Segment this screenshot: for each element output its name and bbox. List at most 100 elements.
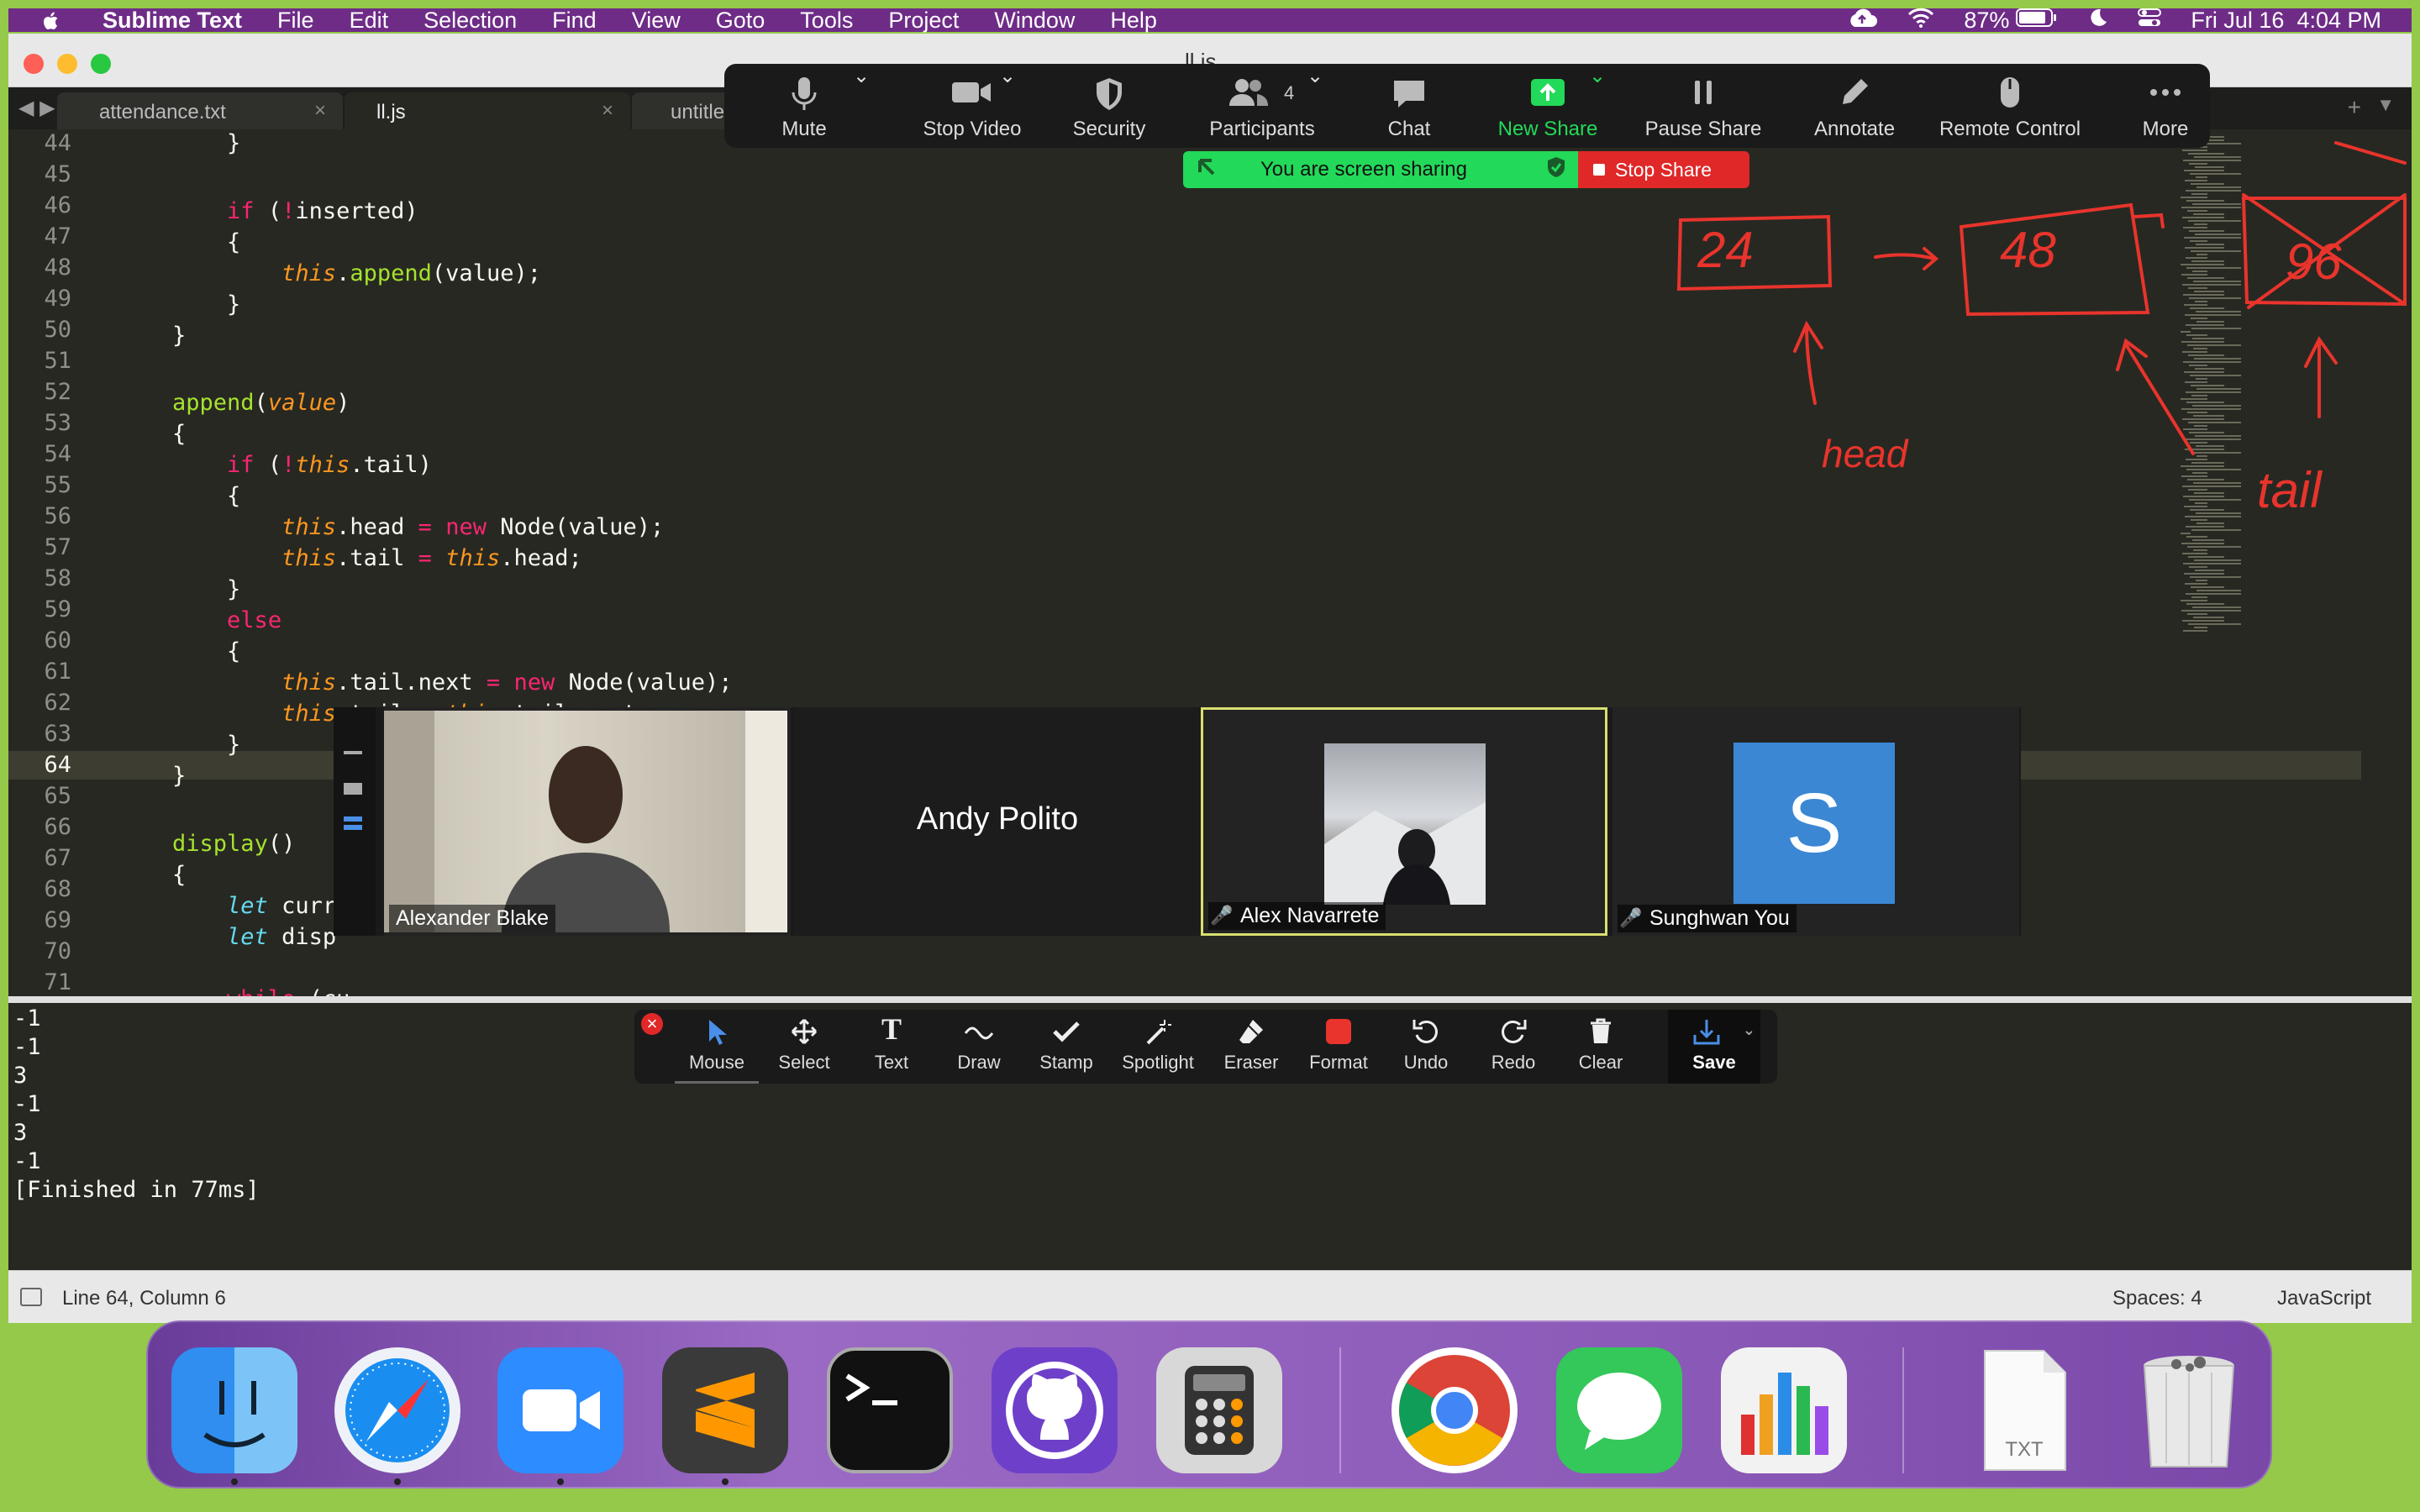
minimap-line	[2193, 348, 2207, 349]
moon-icon[interactable]	[2086, 7, 2108, 34]
menu-window[interactable]: Window	[994, 8, 1075, 34]
tab-ll-js[interactable]: ll.js ×	[345, 92, 630, 129]
zoom-window-button[interactable]	[91, 54, 111, 74]
annotate-save-tool[interactable]: ⌄ Save	[1668, 1010, 1760, 1084]
chevron-down-icon[interactable]: ⌄	[1585, 64, 1610, 89]
menu-help[interactable]: Help	[1110, 8, 1157, 34]
chevron-down-icon[interactable]: ⌄	[1743, 1021, 1755, 1039]
remote-control-button[interactable]: Remote Control	[1901, 64, 2119, 148]
numbers-icon[interactable]	[1721, 1347, 1847, 1473]
annotate-eraser-tool[interactable]: Eraser	[1209, 1010, 1293, 1084]
participant-tile-active-speaker[interactable]: Alex Navarrete 🎤	[1201, 707, 1607, 936]
minimap[interactable]	[2181, 129, 2273, 667]
line-number: 45	[44, 161, 71, 187]
menu-file[interactable]: File	[277, 8, 314, 34]
menu-goto[interactable]: Goto	[716, 8, 765, 34]
calculator-icon[interactable]	[1156, 1347, 1282, 1473]
safari-icon[interactable]	[334, 1347, 460, 1473]
tab-attendance[interactable]: attendance.txt ×	[57, 92, 343, 129]
minimap-line	[2192, 472, 2207, 474]
annotate-mouse-tool[interactable]: Mouse	[675, 1010, 759, 1084]
minimap-line	[2193, 549, 2207, 551]
annotate-spotlight-tool[interactable]: Spotlight	[1112, 1010, 1204, 1084]
annotate-redo-tool[interactable]: Redo	[1471, 1010, 1555, 1084]
mute-label: Mute	[781, 118, 827, 140]
close-window-button[interactable]	[24, 54, 44, 74]
apple-icon[interactable]	[39, 8, 69, 32]
minimap-line	[2186, 334, 2207, 336]
cloud-upload-icon[interactable]	[1846, 7, 1878, 34]
menu-app-name[interactable]: Sublime Text	[103, 8, 242, 34]
output-panel-divider[interactable]	[8, 996, 2412, 1003]
close-annotation-icon[interactable]: ×	[641, 1013, 663, 1035]
cursor-position[interactable]: Line 64, Column 6	[62, 1287, 226, 1310]
annotate-select-tool[interactable]: Select	[762, 1010, 846, 1084]
sharing-status[interactable]: You are screen sharing	[1183, 151, 1578, 188]
close-tab-icon[interactable]: ×	[602, 99, 613, 123]
microphone-icon	[787, 76, 821, 118]
more-button[interactable]: More	[2128, 64, 2203, 148]
minimap-line	[2185, 516, 2241, 517]
minimap-line	[2182, 620, 2224, 622]
menubar-clock[interactable]: Fri Jul 16 4:04 PM	[2191, 8, 2381, 34]
control-center-icon[interactable]	[2137, 7, 2162, 34]
close-tab-icon[interactable]: ×	[314, 99, 326, 123]
minimap-line	[2193, 281, 2241, 282]
annotate-clear-tool[interactable]: Clear	[1559, 1010, 1643, 1084]
minimap-line	[2192, 405, 2241, 407]
annotate-format-tool[interactable]: Format	[1297, 1010, 1381, 1084]
line-number: 52	[44, 379, 71, 405]
stop-share-button[interactable]: Stop Share	[1578, 151, 1749, 188]
trash-icon[interactable]	[2126, 1347, 2252, 1473]
tab-menu-icon[interactable]: ▼	[2376, 94, 2395, 116]
annotate-text-tool[interactable]: T Text	[850, 1010, 934, 1084]
menu-edit[interactable]: Edit	[350, 8, 389, 34]
pause-share-button[interactable]: Pause Share	[1623, 64, 1783, 148]
minimap-line	[2181, 264, 2224, 265]
chevron-down-icon[interactable]: ⌄	[995, 64, 1020, 89]
chat-button[interactable]: Chat	[1346, 64, 1472, 148]
new-tab-icon[interactable]: +	[2348, 94, 2361, 121]
stop-video-button[interactable]: Stop Video	[892, 64, 1052, 148]
participant-tile[interactable]: S Sunghwan You 🎤	[1612, 707, 2019, 936]
finder-icon[interactable]	[171, 1347, 297, 1473]
eraser-icon	[1236, 1016, 1266, 1052]
chevron-down-icon[interactable]: ⌄	[1302, 64, 1328, 89]
chevron-down-icon[interactable]: ⌄	[849, 64, 874, 89]
chrome-icon[interactable]	[1392, 1347, 1518, 1473]
annotate-undo-tool[interactable]: Undo	[1384, 1010, 1468, 1084]
annotate-draw-tool[interactable]: Draw	[937, 1010, 1021, 1084]
sublime-text-icon[interactable]	[662, 1347, 788, 1473]
menu-project[interactable]: Project	[888, 8, 959, 34]
minimap-line	[2188, 489, 2207, 491]
battery-status[interactable]: 87%	[1964, 8, 2058, 34]
single-view-icon[interactable]	[344, 783, 362, 795]
github-desktop-icon[interactable]	[992, 1347, 1118, 1473]
panel-toggle-icon[interactable]	[20, 1288, 42, 1306]
minimap-line	[2191, 529, 2241, 531]
text-document-icon[interactable]: TXT	[1961, 1347, 2087, 1473]
tool-label: Spotlight	[1122, 1052, 1194, 1073]
messages-icon[interactable]	[1556, 1347, 1682, 1473]
wifi-icon[interactable]	[1907, 7, 1935, 34]
line-number: 55	[44, 472, 71, 498]
participant-tile[interactable]: Andy Polito	[794, 707, 1201, 936]
menu-selection[interactable]: Selection	[424, 8, 517, 34]
menu-find[interactable]: Find	[552, 8, 597, 34]
minimap-line	[2182, 486, 2241, 487]
security-button[interactable]: Security	[1044, 64, 1175, 148]
tab-navigation-arrows[interactable]: ◀ ▶	[18, 96, 55, 120]
indentation-setting[interactable]: Spaces: 4	[2112, 1287, 2202, 1310]
participant-tile[interactable]: Alexander Blake 🎤	[384, 707, 821, 936]
zoom-app-icon[interactable]	[497, 1347, 623, 1473]
syntax-selector[interactable]: JavaScript	[2277, 1287, 2371, 1310]
minimize-gallery-icon[interactable]	[344, 751, 362, 754]
minimize-window-button[interactable]	[57, 54, 77, 74]
annotate-stamp-tool[interactable]: Stamp	[1024, 1010, 1108, 1084]
menu-view[interactable]: View	[632, 8, 681, 34]
menu-tools[interactable]: Tools	[800, 8, 853, 34]
code-line: }	[118, 732, 241, 758]
strip-view-icon[interactable]	[344, 816, 362, 835]
terminal-icon[interactable]	[827, 1347, 953, 1473]
minimap-line	[2189, 432, 2224, 433]
